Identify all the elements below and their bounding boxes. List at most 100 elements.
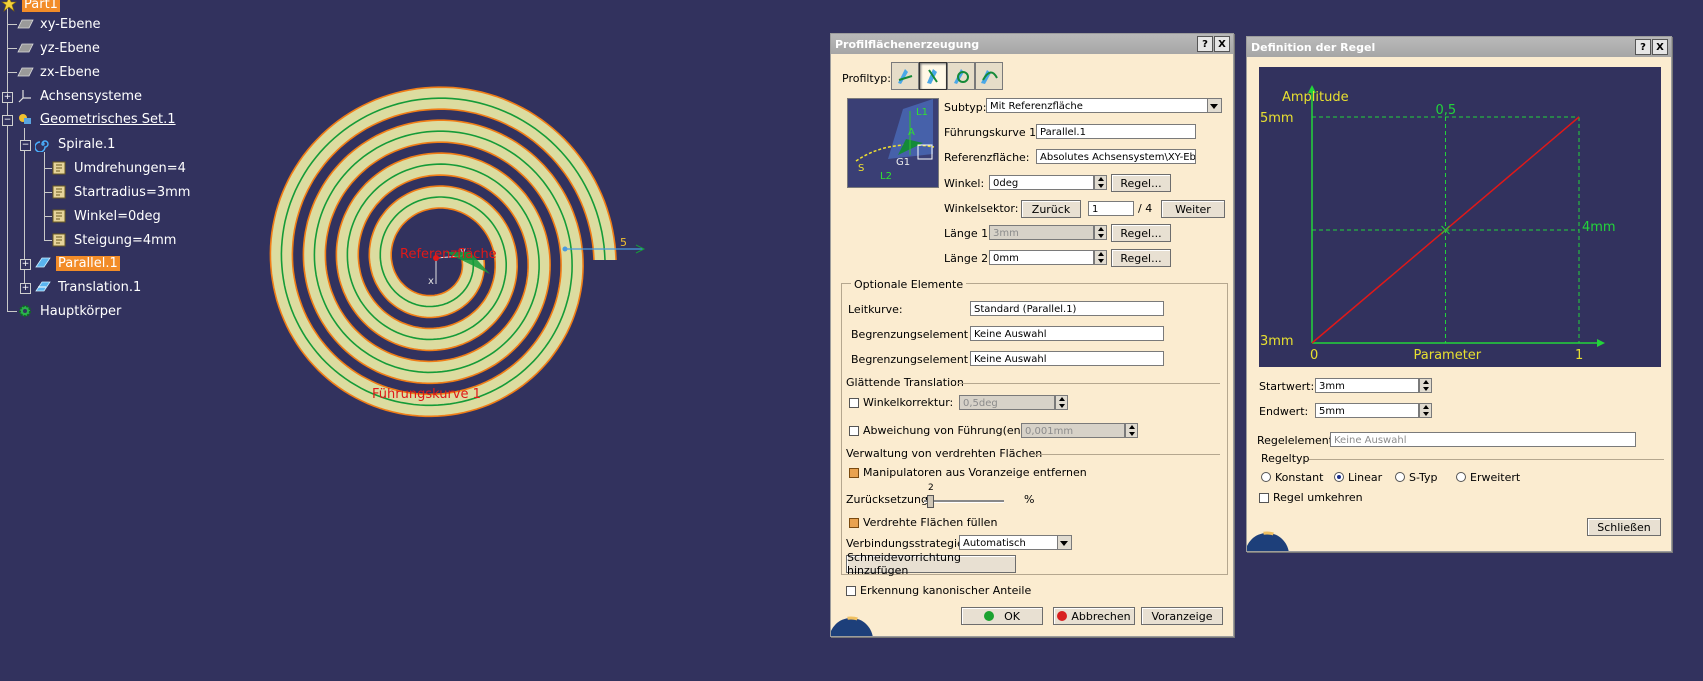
- profile-type-circle-icon[interactable]: [947, 62, 975, 90]
- sector-total: / 4: [1138, 202, 1153, 215]
- angle-label: Winkel:: [944, 177, 985, 190]
- angular-sector-label: Winkelsektor:: [944, 202, 1019, 215]
- limit1-field[interactable]: Keine Auswahl: [970, 326, 1164, 341]
- add-cutter-button[interactable]: Schneidevorrichtung hinzufügen: [846, 551, 1016, 577]
- law-type-linear-radio[interactable]: [1334, 472, 1344, 482]
- x-axis-label: Parameter: [1414, 348, 1482, 363]
- collapse-toggle[interactable]: −: [20, 140, 31, 151]
- remove-manipulators-checkbox[interactable]: [849, 468, 859, 478]
- end-value-spinner[interactable]: [1419, 403, 1432, 418]
- end-value-field[interactable]: 5mm: [1315, 403, 1419, 418]
- guide1-label: Führungskurve 1:: [944, 126, 1040, 139]
- fill-twisted-checkbox[interactable]: [849, 518, 859, 528]
- tree-item-zx-plane[interactable]: zx-Ebene: [16, 62, 102, 82]
- invert-law-label: Regel umkehren: [1273, 491, 1363, 504]
- expand-toggle[interactable]: +: [20, 283, 31, 294]
- expand-toggle[interactable]: +: [20, 259, 31, 270]
- tree-item-param-pitch[interactable]: Steigung=4mm: [50, 230, 178, 250]
- tree-item-label: yz-Ebene: [40, 40, 100, 56]
- dialog-title-bar[interactable]: Profilflächenerzeugung ? X: [831, 34, 1233, 54]
- preview-label-l2: L2: [880, 171, 892, 182]
- tree-item-param-revolutions[interactable]: Umdrehungen=4: [50, 158, 188, 178]
- deviation-spinner[interactable]: [1125, 423, 1138, 438]
- x-tick-label-min: 0: [1310, 348, 1318, 363]
- limit2-field[interactable]: Keine Auswahl: [970, 351, 1164, 366]
- tree-item-xy-plane[interactable]: xy-Ebene: [16, 14, 103, 34]
- tree-item-param-angle[interactable]: Winkel=0deg: [50, 206, 163, 226]
- start-value-spinner[interactable]: [1419, 378, 1432, 393]
- parameter-icon: [50, 159, 68, 177]
- setback-unit: %: [1024, 493, 1035, 506]
- guide1-field[interactable]: Parallel.1: [1036, 124, 1196, 139]
- close-button[interactable]: X: [1652, 39, 1668, 55]
- next-sector-button[interactable]: Weiter: [1161, 200, 1225, 218]
- tree-item-translation[interactable]: Translation.1: [34, 277, 143, 297]
- length2-field[interactable]: 0mm: [989, 250, 1094, 265]
- setback-slider-handle[interactable]: [927, 495, 934, 508]
- angle-field[interactable]: 0deg: [989, 175, 1094, 190]
- reference-surface-field[interactable]: Absolutes Achsensystem\XY-Ebe: [1036, 149, 1196, 164]
- expand-toggle[interactable]: +: [2, 92, 13, 103]
- cancel-label: Abbrechen: [1071, 609, 1131, 623]
- angle-rule-button[interactable]: Regel...: [1111, 174, 1171, 192]
- profile-type-line-icon[interactable]: [919, 62, 947, 90]
- angle-correction-checkbox[interactable]: [849, 398, 859, 408]
- help-button[interactable]: ?: [1197, 36, 1213, 52]
- spine-field[interactable]: Standard (Parallel.1): [970, 301, 1164, 316]
- x-tick-label-max: 1: [1575, 348, 1583, 363]
- length2-rule-button[interactable]: Regel...: [1111, 249, 1171, 267]
- 3d-viewport[interactable]: x y Referenzfläche Führungskurve 1 5: [170, 20, 870, 540]
- tree-root[interactable]: Part1: [0, 0, 60, 14]
- law-element-field[interactable]: Keine Auswahl: [1330, 432, 1636, 447]
- axis-x-label: x: [428, 276, 434, 287]
- dialog-title-bar[interactable]: Definition der Regel ? X: [1247, 37, 1671, 57]
- canonical-detection-checkbox[interactable]: [846, 586, 856, 596]
- length2-label: Länge 2:: [944, 252, 992, 265]
- tree-item-spiral[interactable]: Spirale.1: [34, 134, 117, 154]
- ok-button[interactable]: OK: [961, 607, 1043, 625]
- profile-type-explicit-icon[interactable]: [891, 62, 919, 90]
- start-value-field[interactable]: 3mm: [1315, 378, 1419, 393]
- collapse-toggle[interactable]: −: [2, 115, 13, 126]
- profile-type-conic-icon[interactable]: [975, 62, 1003, 90]
- close-button[interactable]: X: [1214, 36, 1230, 52]
- tree-item-yz-plane[interactable]: yz-Ebene: [16, 38, 102, 58]
- deviation-field[interactable]: 0,001mm: [1021, 423, 1125, 438]
- help-button[interactable]: ?: [1635, 39, 1651, 55]
- tree-item-geometric-set[interactable]: Geometrisches Set.1: [16, 109, 178, 129]
- preview-label-a: A: [908, 127, 915, 138]
- previous-sector-button[interactable]: Zurück: [1021, 200, 1081, 218]
- angle-correction-field[interactable]: 0,5deg: [959, 395, 1055, 410]
- length1-field[interactable]: 3mm: [989, 225, 1094, 240]
- invert-law-checkbox[interactable]: [1259, 493, 1269, 503]
- cancel-button[interactable]: Abbrechen: [1053, 607, 1135, 625]
- tree-item-label: xy-Ebene: [40, 16, 101, 32]
- length1-rule-button[interactable]: Regel...: [1111, 224, 1171, 242]
- angle-correction-spinner[interactable]: [1055, 395, 1068, 410]
- preview-label-g1: G1: [896, 157, 910, 168]
- sector-field[interactable]: 1: [1088, 201, 1134, 216]
- setback-slider-track[interactable]: [924, 500, 1004, 503]
- spine-label: Leitkurve:: [848, 303, 903, 316]
- subtype-dropdown[interactable]: Mit Referenzfläche: [986, 98, 1222, 113]
- deviation-checkbox[interactable]: [849, 426, 859, 436]
- connection-strategy-dropdown[interactable]: Automatisch: [959, 535, 1072, 550]
- length1-label: Länge 1:: [944, 227, 992, 240]
- tree-item-axis-systems[interactable]: Achsensysteme: [16, 86, 144, 106]
- law-type-s-type-radio[interactable]: [1395, 472, 1405, 482]
- law-type-constant-radio[interactable]: [1261, 472, 1271, 482]
- tree-item-label: Winkel=0deg: [74, 208, 161, 224]
- law-chart: Amplitude Parameter 5mm 3mm 0 1 0,5 4mm: [1259, 67, 1661, 367]
- reference-surface-label[interactable]: Referenzfläche: [400, 247, 497, 262]
- law-type-advanced-radio[interactable]: [1456, 472, 1466, 482]
- angle-spinner[interactable]: [1094, 175, 1107, 190]
- close-dialog-button[interactable]: Schließen: [1587, 518, 1661, 536]
- guide-curve-label[interactable]: Führungskurve 1: [372, 387, 481, 402]
- angle-correction-label: Winkelkorrektur:: [863, 396, 954, 409]
- length1-spinner[interactable]: [1094, 225, 1107, 240]
- preview-button[interactable]: Voranzeige: [1141, 607, 1223, 625]
- tree-item-parallel[interactable]: Parallel.1: [34, 253, 120, 273]
- tree-item-main-body[interactable]: Hauptkörper: [16, 301, 123, 321]
- length2-spinner[interactable]: [1094, 250, 1107, 265]
- preview-image: L1 A G1 S L2: [847, 98, 939, 188]
